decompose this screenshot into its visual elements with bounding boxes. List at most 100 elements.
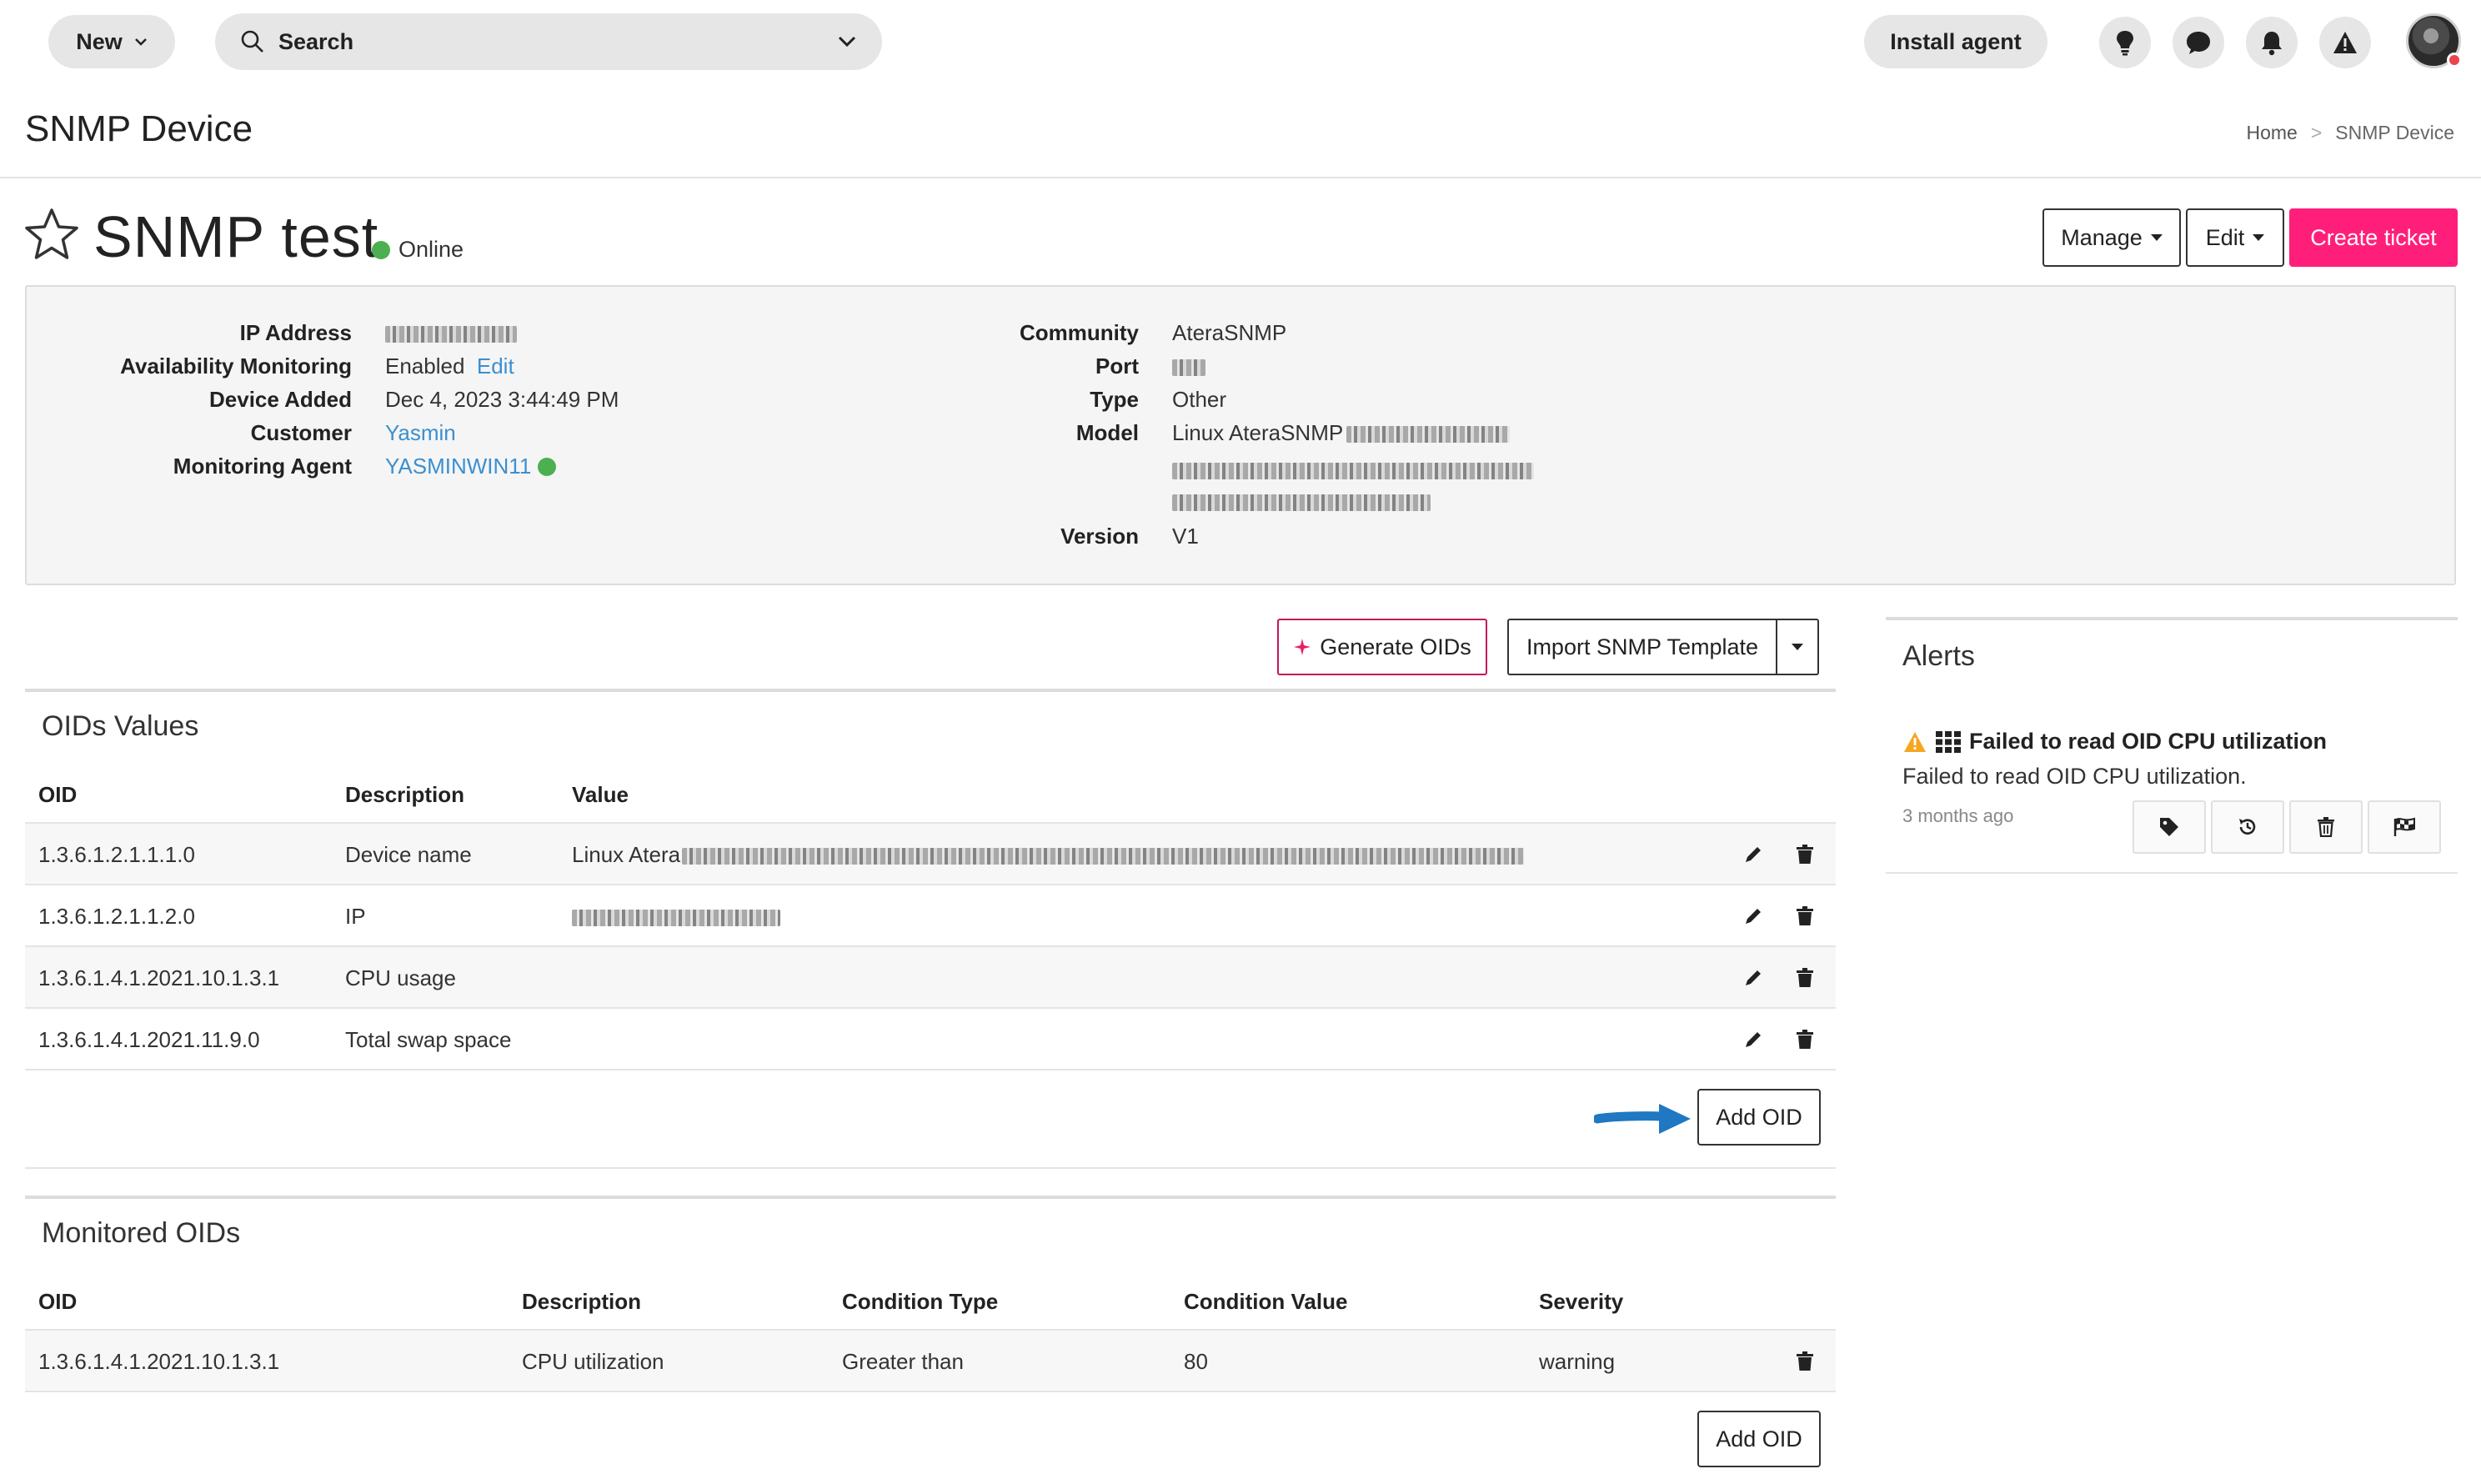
version-value: V1 — [1172, 524, 1199, 549]
generate-oids-button[interactable]: Generate OIDs — [1277, 619, 1487, 675]
warnings-button[interactable] — [2319, 17, 2371, 68]
delete-row-button[interactable] — [1792, 1027, 1817, 1052]
row-description: CPU utilization — [522, 1349, 664, 1374]
edit-dropdown-button[interactable]: Edit — [2186, 208, 2284, 267]
row-value — [572, 885, 780, 947]
row-oid: 1.3.6.1.2.1.1.1.0 — [38, 842, 195, 867]
row-value: Linux Atera — [572, 824, 1525, 885]
sparkle-icon — [1294, 639, 1311, 655]
oids-values-footer: Add OID — [25, 1069, 1836, 1169]
manage-label: Manage — [2061, 224, 2143, 250]
device-added-value: Dec 4, 2023 3:44:49 PM — [385, 387, 619, 412]
pencil-icon — [1746, 847, 1761, 862]
presence-dot — [2447, 53, 2462, 68]
lightbulb-button[interactable] — [2099, 17, 2151, 68]
monitored-oids-header: OID Description Condition Type Condition… — [25, 1281, 1836, 1322]
availability-value: Enabled Edit — [385, 353, 514, 379]
alert-title-text: Failed to read OID CPU utilization — [1969, 729, 2328, 754]
row-condition-value: 80 — [1184, 1349, 1208, 1374]
search-input[interactable]: Search — [215, 13, 882, 70]
col-condition-value: Condition Value — [1184, 1289, 1348, 1314]
breadcrumb-current: SNMP Device — [2335, 122, 2454, 143]
pencil-icon — [1746, 970, 1761, 985]
trash-icon — [1797, 1030, 1813, 1049]
availability-status: Enabled — [385, 353, 465, 379]
alert-resolve-button[interactable] — [2368, 800, 2441, 854]
alert-delete-button[interactable] — [2289, 800, 2363, 854]
caret-down-icon — [1792, 644, 1803, 650]
oids-values-title: OIDs Values — [42, 710, 199, 742]
pencil-icon — [1746, 909, 1761, 924]
generate-oids-label: Generate OIDs — [1320, 634, 1471, 659]
row-description: Device name — [345, 842, 472, 867]
trash-icon — [1797, 906, 1813, 925]
favorite-star-icon[interactable] — [23, 207, 80, 263]
model-value-line2 — [1172, 457, 1534, 483]
warning-icon — [2333, 32, 2357, 53]
table-row: 1.3.6.1.4.1.2021.10.1.3.1 CPU utilizatio… — [25, 1329, 1836, 1391]
notifications-button[interactable] — [2246, 17, 2298, 68]
import-template-dropdown-toggle[interactable] — [1776, 619, 1819, 675]
chat-icon — [2187, 32, 2210, 54]
delete-row-button[interactable] — [1792, 904, 1817, 929]
chevron-down-icon — [134, 38, 147, 46]
col-description: Description — [522, 1289, 642, 1314]
monitoring-agent-link[interactable]: YASMINWIN11 — [385, 454, 531, 479]
edit-row-button[interactable] — [1741, 842, 1766, 867]
col-condition-type: Condition Type — [842, 1289, 999, 1314]
status-dot — [372, 240, 390, 259]
new-button[interactable]: New — [48, 15, 175, 68]
row-oid: 1.3.6.1.4.1.2021.10.1.3.1 — [38, 1349, 280, 1374]
install-agent-button[interactable]: Install agent — [1864, 15, 2047, 68]
add-monitored-oid-button[interactable]: Add OID — [1697, 1411, 1821, 1467]
alert-item-title[interactable]: Failed to read OID CPU utilization — [1902, 729, 2327, 755]
community-label: Community — [1020, 320, 1139, 345]
chat-button[interactable] — [2173, 17, 2224, 68]
monitored-oids-title: Monitored OIDs — [42, 1217, 241, 1249]
grid-icon — [1936, 730, 1961, 753]
chevron-down-icon[interactable] — [837, 36, 857, 48]
edit-row-button[interactable] — [1741, 965, 1766, 990]
status-label: Online — [398, 237, 464, 262]
alert-timestamp: 3 months ago — [1902, 805, 2014, 826]
edit-row-button[interactable] — [1741, 904, 1766, 929]
customer-link[interactable]: Yasmin — [385, 420, 456, 446]
alert-snooze-button[interactable] — [2211, 800, 2284, 854]
alert-tag-button[interactable] — [2133, 800, 2206, 854]
availability-edit-link[interactable]: Edit — [477, 353, 514, 379]
bell-icon — [2262, 32, 2282, 56]
edit-row-button[interactable] — [1741, 1027, 1766, 1052]
status-badge: Online — [372, 237, 464, 263]
row-description: CPU usage — [345, 965, 456, 990]
manage-dropdown-button[interactable]: Manage — [2042, 208, 2181, 267]
create-ticket-button[interactable]: Create ticket — [2289, 208, 2458, 267]
col-oid: OID — [38, 1289, 78, 1314]
col-description: Description — [345, 782, 465, 807]
model-label: Model — [1075, 420, 1139, 445]
delete-row-button[interactable] — [1792, 965, 1817, 990]
history-icon — [2239, 819, 2256, 835]
add-oid-button[interactable]: Add OID — [1697, 1089, 1821, 1146]
type-value: Other — [1172, 387, 1227, 412]
port-value — [1172, 353, 1205, 379]
alerts-panel: Alerts Failed to read OID CPU utilizatio… — [1886, 617, 2458, 874]
table-row: 1.3.6.1.4.1.2021.10.1.3.1 CPU usage — [25, 945, 1836, 1007]
monitored-oids-panel: Monitored OIDs OID Description Condition… — [25, 1196, 1836, 1484]
monitored-oids-footer: Add OID — [25, 1391, 1836, 1484]
model-value-line3 — [1172, 489, 1431, 514]
breadcrumb-home[interactable]: Home — [2246, 122, 2297, 144]
breadcrumb: Home > SNMP Device — [2246, 122, 2454, 144]
delete-row-button[interactable] — [1792, 1349, 1817, 1374]
device-name: SNMP test — [93, 204, 379, 269]
delete-row-button[interactable] — [1792, 842, 1817, 867]
row-description: Total swap space — [345, 1027, 512, 1052]
device-added-label: Device Added — [209, 387, 352, 412]
oids-values-header: OID Description Value — [25, 774, 1836, 815]
top-bar: New Search Install agent — [0, 0, 2481, 83]
row-severity: warning — [1539, 1349, 1616, 1374]
new-label: New — [76, 28, 123, 54]
avatar[interactable] — [2406, 13, 2462, 68]
trash-icon — [1797, 1351, 1813, 1371]
ip-address-label: IP Address — [239, 320, 352, 345]
import-snmp-template-button[interactable]: Import SNMP Template — [1507, 619, 1777, 675]
